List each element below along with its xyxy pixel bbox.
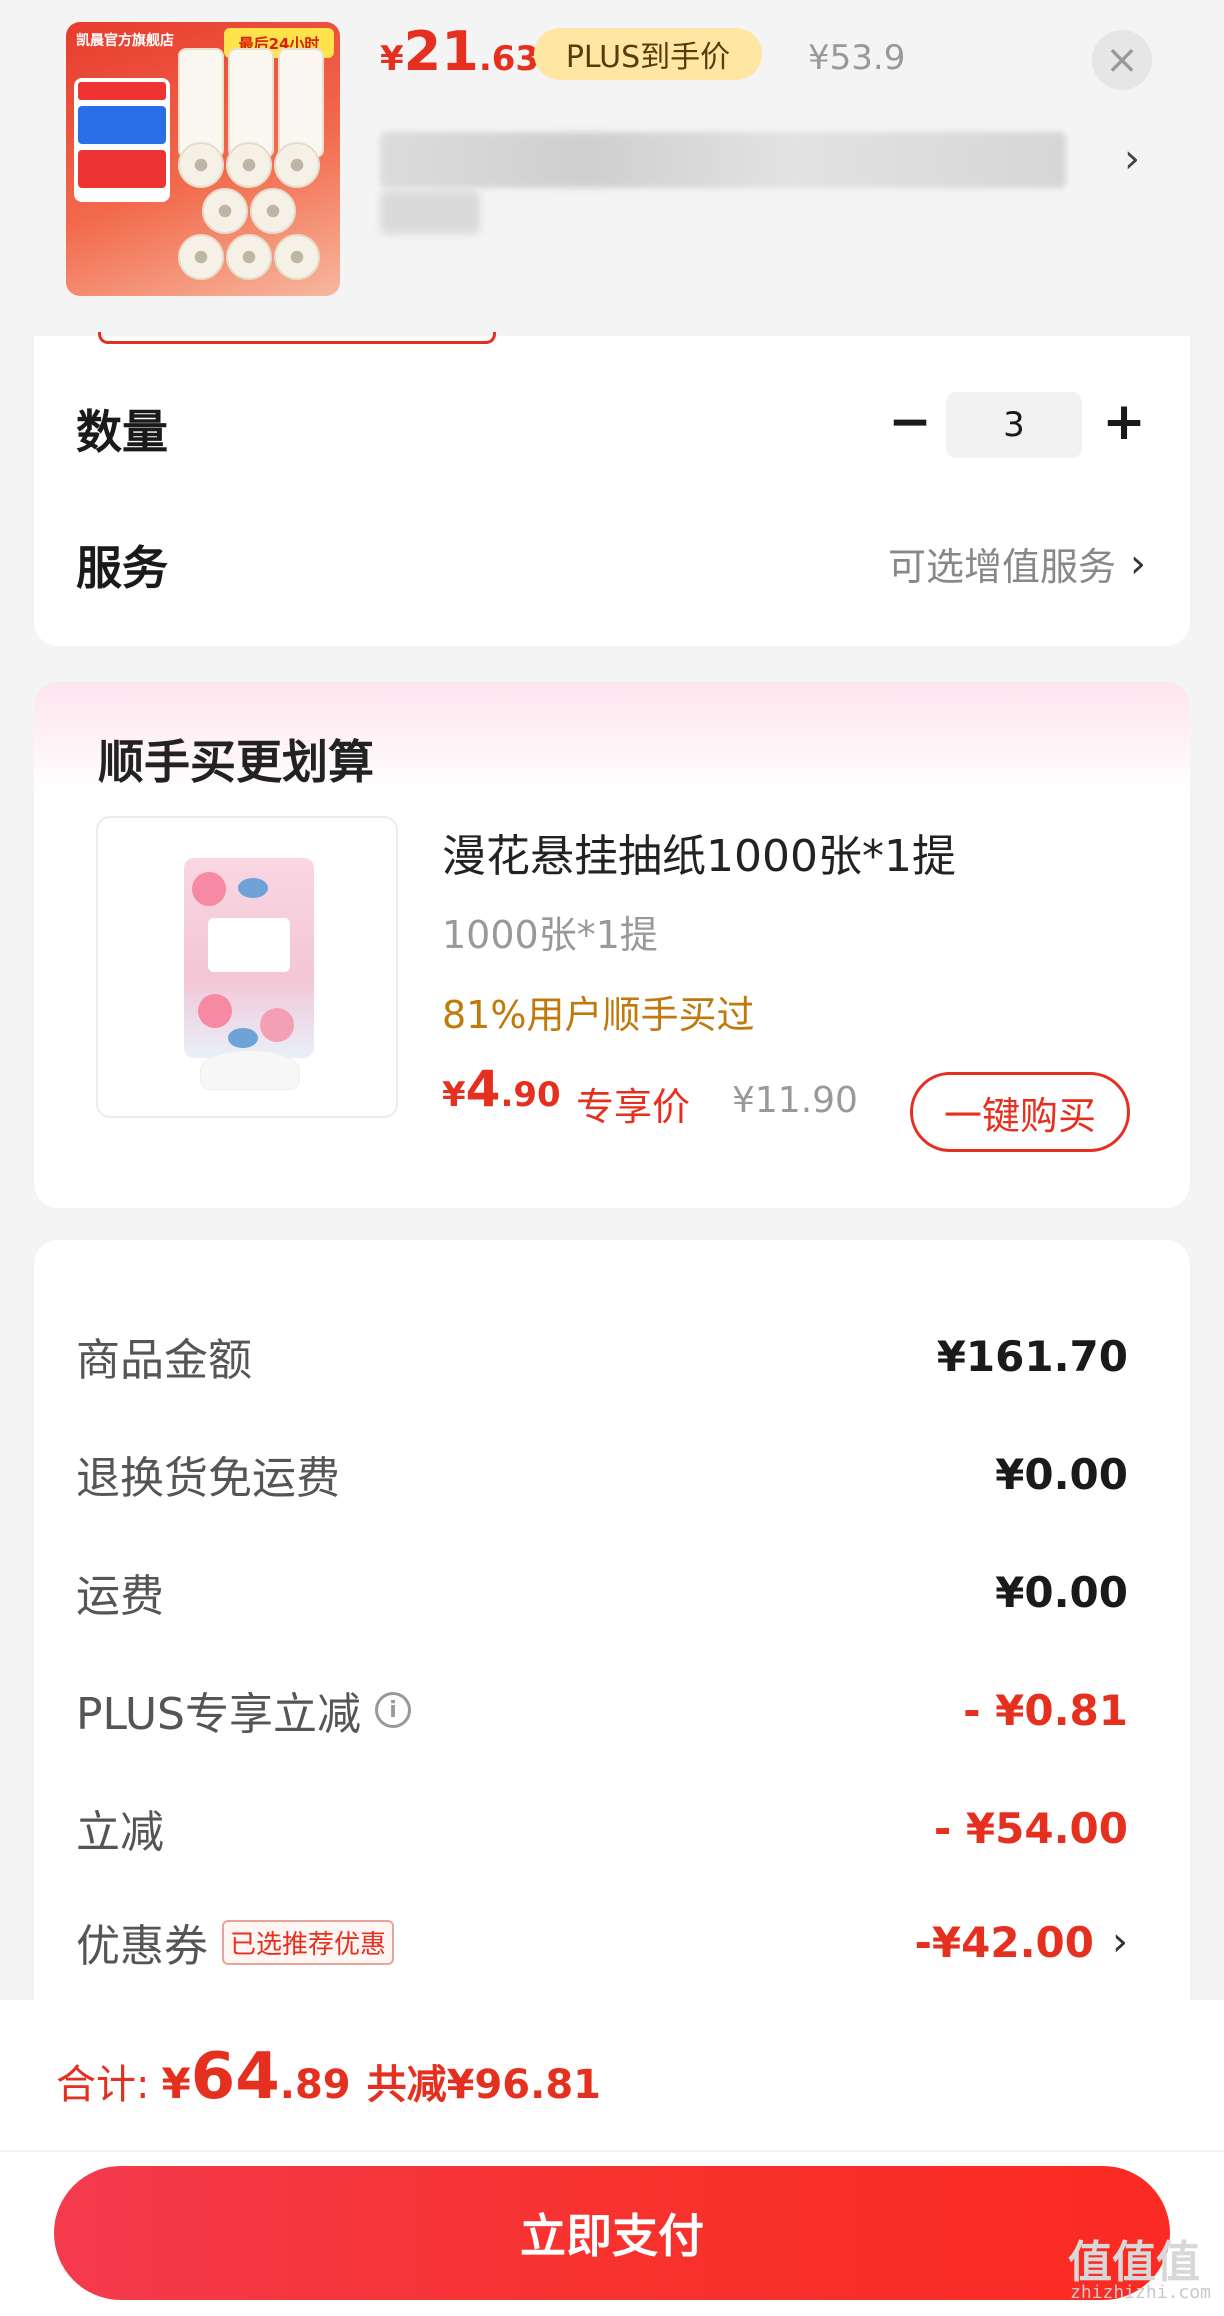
summary-value: -¥42.00	[914, 1917, 1094, 1967]
summary-row: 商品金额 ¥161.70	[76, 1326, 1128, 1387]
product-title-blurred-line2	[380, 190, 480, 234]
summary-value: - ¥0.81	[963, 1685, 1128, 1735]
product-title-blurred[interactable]	[380, 132, 1066, 188]
summary-value: - ¥54.00	[933, 1803, 1128, 1853]
summary-label: 退换货免运费	[76, 1453, 340, 1504]
watermark-logo: 值值值	[1068, 2237, 1200, 2288]
chevron-right-icon: ›	[1130, 540, 1146, 587]
addon-card: 顺手买更划算 漫花悬挂抽纸1000张*1提 1000张*1提 81%用户顺手买过…	[34, 682, 1190, 1208]
summary-label: 运费	[76, 1571, 164, 1622]
original-price: ¥53.9	[808, 38, 906, 78]
addon-exclusive-label: 专享价	[576, 1085, 691, 1129]
summary-value: ¥0.00	[995, 1449, 1128, 1499]
chevron-right-icon[interactable]: ›	[1124, 136, 1140, 182]
watermark-url: zhizhizhi.com	[1070, 2282, 1211, 2303]
addon-price-currency: ¥	[442, 1075, 466, 1115]
summary-label: 商品金额	[76, 1335, 252, 1386]
addon-original-price: ¥11.90	[732, 1080, 858, 1121]
summary-row: 立减 - ¥54.00	[76, 1798, 1128, 1859]
addon-product-image[interactable]	[96, 816, 398, 1118]
total-decimal: .89	[279, 2062, 351, 2108]
product-thumbnail[interactable]: 凯晨官方旗舰店 最后24小时	[66, 22, 340, 296]
divider	[0, 2150, 1224, 2152]
close-icon: ×	[1105, 37, 1139, 83]
coupon-row[interactable]: 优惠券 已选推荐优惠 -¥42.00 ›	[76, 1912, 1128, 1973]
addon-price: ¥ 4 .90	[442, 1060, 561, 1118]
addon-price-decimal: .90	[500, 1075, 561, 1115]
info-icon[interactable]: i	[375, 1692, 411, 1728]
service-option-text: 可选增值服务	[887, 545, 1116, 589]
summary-value: ¥0.00	[995, 1567, 1128, 1617]
price-decimal: .63	[478, 39, 540, 79]
close-button[interactable]: ×	[1092, 30, 1152, 90]
total-label: 合计:	[56, 2062, 150, 2108]
price-summary-card: 商品金额 ¥161.70 退换货免运费 ¥0.00 运费 ¥0.00 PLUS专…	[34, 1240, 1190, 2000]
plus-price-badge: PLUS到手价	[534, 28, 762, 80]
total-saved: 共减¥96.81	[366, 2062, 601, 2108]
quantity-decrease-button[interactable]: −	[880, 392, 940, 452]
service-label: 服务	[76, 541, 168, 595]
summary-label: PLUS专享立减	[76, 1689, 361, 1740]
service-selector[interactable]: 可选增值服务 ›	[888, 536, 1146, 591]
product-price: ¥ 21 .63	[380, 20, 539, 100]
quantity-label: 数量	[76, 405, 168, 459]
chevron-right-icon: ›	[1112, 1919, 1128, 1965]
price-currency: ¥	[380, 39, 404, 79]
total-currency: ¥	[161, 2059, 191, 2108]
thumb-coupon-graphic	[74, 78, 170, 202]
selected-spec-edge	[98, 332, 496, 344]
quantity-input[interactable]: 3	[946, 392, 1082, 458]
quantity-increase-button[interactable]: +	[1094, 392, 1154, 452]
order-total: 合计: ¥ 64 .89 共减¥96.81	[56, 2040, 601, 2114]
recommended-coupon-tag: 已选推荐优惠	[222, 1919, 395, 1965]
options-card: 数量 − 3 + 服务 可选增值服务 ›	[34, 332, 1190, 646]
addon-bought-note: 81%用户顺手买过	[442, 993, 755, 1037]
addon-product-name[interactable]: 漫花悬挂抽纸1000张*1提	[442, 820, 956, 884]
pay-now-button[interactable]: 立即支付	[54, 2166, 1170, 2300]
summary-row: 退换货免运费 ¥0.00	[76, 1444, 1128, 1505]
addon-product-spec: 1000张*1提	[442, 913, 658, 957]
checkout-bar: 合计: ¥ 64 .89 共减¥96.81 立即支付	[0, 2000, 1224, 2316]
summary-label: 立减	[76, 1807, 164, 1858]
summary-row: PLUS专享立减 i - ¥0.81	[76, 1680, 1128, 1741]
summary-value: ¥161.70	[936, 1331, 1128, 1381]
price-integer: 21	[403, 20, 479, 83]
product-header: 凯晨官方旗舰店 最后24小时 ¥ 21 .63 PLUS到手价 ¥53.9 × …	[0, 0, 1224, 336]
one-click-buy-button[interactable]: 一键购买	[910, 1072, 1130, 1152]
thumb-shop-name: 凯晨官方旗舰店	[76, 33, 174, 49]
addon-section-title: 顺手买更划算	[98, 735, 374, 789]
summary-row: 运费 ¥0.00	[76, 1562, 1128, 1623]
addon-price-integer: 4	[465, 1060, 501, 1118]
total-integer: 64	[190, 2040, 280, 2114]
summary-label: 优惠券	[76, 1921, 208, 1972]
